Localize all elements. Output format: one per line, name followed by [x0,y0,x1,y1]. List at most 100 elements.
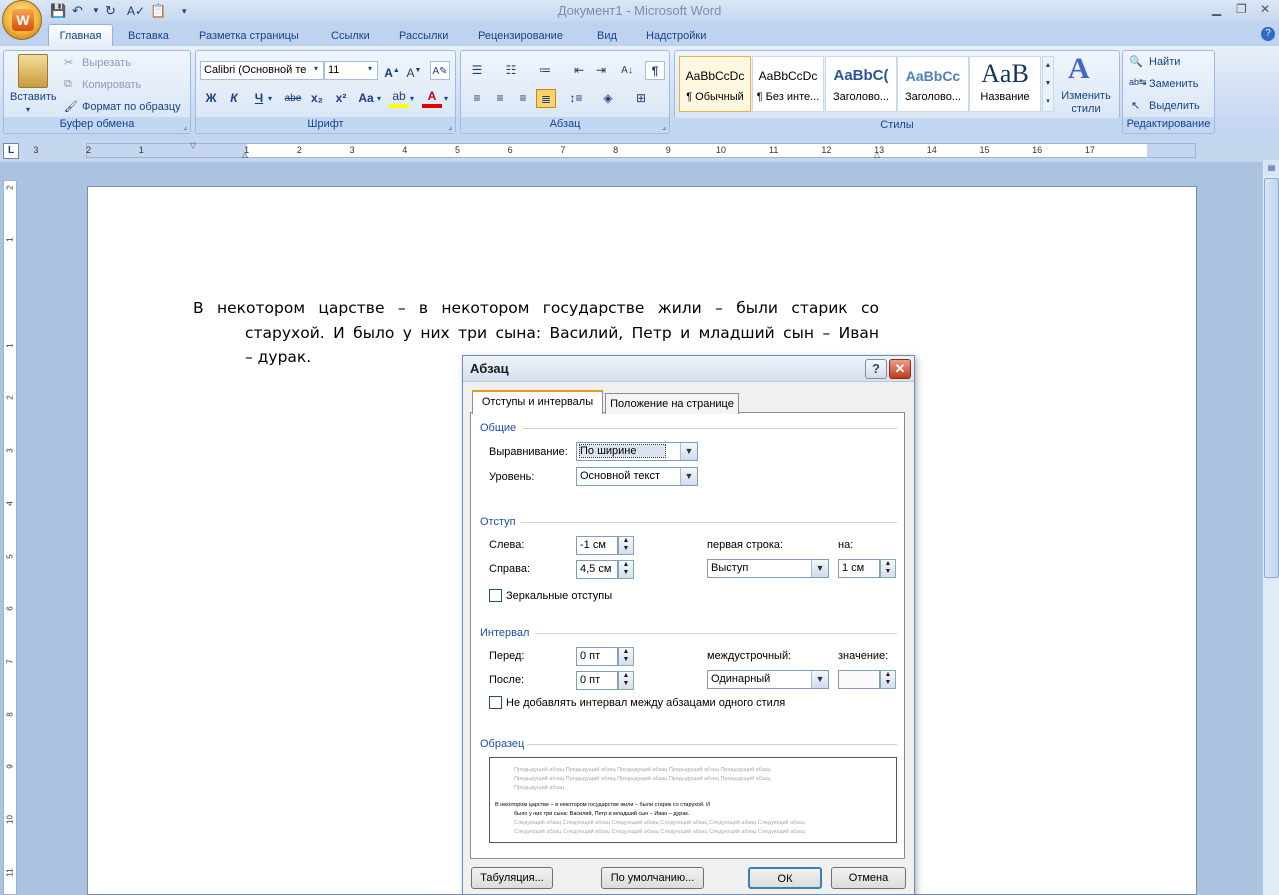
office-button[interactable]: W [2,0,42,40]
line-spacing-select[interactable]: Одинарный ▼ [707,670,829,689]
hanging-indent-marker[interactable]: △ [242,150,248,159]
paragraph-launcher-icon[interactable]: ⌟ [662,122,666,131]
shading-icon[interactable]: ◈ [598,89,618,108]
level-select[interactable]: Основной текст ▼ [576,467,698,486]
justify-icon[interactable]: ≣ [536,89,556,108]
multilevel-list-icon[interactable]: ≔ [535,61,555,80]
dialog-close-button[interactable]: ✕ [889,359,911,379]
restore-icon[interactable]: ❐ [1236,2,1247,16]
qat-customize-icon[interactable]: ▾ [182,2,187,20]
minimize-icon[interactable]: ▁ [1212,2,1221,16]
close-window-icon[interactable]: ✕ [1260,2,1270,16]
tab-selector-icon[interactable]: L [3,143,19,159]
paste-dropdown-icon[interactable]: ▾ [26,105,30,114]
find-button[interactable]: Найти [1149,56,1180,68]
styles-scroll-icon[interactable]: ▲ ▼ ▾ [1042,56,1054,112]
first-line-indent-marker[interactable]: ▽ [190,141,196,150]
vertical-scrollbar[interactable]: ▤ [1262,160,1279,895]
format-painter-button[interactable]: Формат по образцу [82,101,181,113]
ruler-toggle-icon[interactable]: ▤ [1264,160,1279,176]
tabs-button[interactable]: Табуляция... [471,867,553,889]
paste-icon[interactable] [18,54,48,88]
ok-button[interactable]: ОК [748,867,822,889]
subscript-button[interactable]: x₂ [307,89,327,108]
style-normal[interactable]: AaBbCcDc ¶ Обычный [679,56,751,112]
font-name-combo[interactable]: Calibri (Основной те [200,61,324,80]
tab-indents-spacing[interactable]: Отступы и интервалы [472,390,603,414]
copy-button[interactable]: Копировать [82,79,141,91]
shrink-font-icon[interactable]: A▼ [404,61,424,80]
indent-left-input[interactable]: -1 см [576,536,618,555]
by-spinner[interactable]: ▲ ▼ [880,559,896,578]
align-right-icon[interactable]: ≡ [513,89,533,108]
tab-view[interactable]: Вид [589,26,625,46]
tab-home[interactable]: Главная [48,24,113,47]
style-no-spacing[interactable]: AaBbCcDc ¶ Без инте... [752,56,824,112]
help-icon[interactable]: ? [1261,27,1275,41]
tab-insert[interactable]: Вставка [120,26,177,46]
default-button[interactable]: По умолчанию... [601,867,704,889]
align-center-icon[interactable]: ≡ [490,89,510,108]
tab-page-position[interactable]: Положение на странице [605,393,739,414]
font-size-dropdown-icon[interactable]: ▾ [368,64,372,73]
dialog-help-button[interactable]: ? [865,359,887,379]
show-marks-icon[interactable]: ¶ [645,61,665,80]
space-after-spinner[interactable]: ▲ ▼ [618,671,634,690]
underline-button[interactable]: Ч [249,89,269,108]
cut-button[interactable]: Вырезать [82,57,131,69]
font-name-dropdown-icon[interactable]: ▾ [314,64,318,73]
style-title[interactable]: AaB Название [969,56,1041,112]
italic-button[interactable]: К [224,89,244,108]
sort-icon[interactable]: A↓ [617,61,637,80]
underline-dropdown-icon[interactable]: ▾ [268,94,272,103]
tab-mailings[interactable]: Рассылки [391,26,456,46]
save-icon[interactable]: 💾 [50,2,66,20]
style-heading-2[interactable]: AaBbCc Заголово... [897,56,969,112]
grow-font-icon[interactable]: A▲ [382,61,402,80]
font-launcher-icon[interactable]: ⌟ [448,122,452,131]
borders-icon[interactable]: ⊞ [631,89,651,108]
space-after-input[interactable]: 0 пт [576,671,618,690]
style-heading-1[interactable]: AaBbC( Заголово... [825,56,897,112]
spacing-value-spinner[interactable]: ▲ ▼ [880,670,896,689]
clear-format-icon[interactable]: A✎ [430,61,450,80]
scrollbar-thumb[interactable] [1264,178,1279,578]
highlight-dropdown-icon[interactable]: ▾ [410,94,414,103]
tab-page-layout[interactable]: Разметка страницы [191,26,307,46]
increase-indent-icon[interactable]: ⇥ [591,61,611,80]
line-spacing-icon[interactable]: ↕≡ [566,89,586,108]
highlight-icon[interactable]: ab [389,87,409,108]
cancel-button[interactable]: Отмена [831,867,906,889]
strikethrough-button[interactable]: abe [283,89,303,108]
decrease-indent-icon[interactable]: ⇤ [569,61,589,80]
by-input[interactable]: 1 см [838,559,880,578]
spacing-value-input[interactable] [838,670,880,689]
replace-button[interactable]: Заменить [1149,78,1198,90]
undo-icon[interactable]: ↶ [72,2,83,20]
change-styles-button[interactable]: Изменить стили [1056,90,1116,116]
change-styles-icon[interactable]: A [1068,52,1090,86]
tab-addins[interactable]: Надстройки [638,26,714,46]
space-before-spinner[interactable]: ▲ ▼ [618,647,634,666]
alignment-select[interactable]: По ширине ▼ [576,442,698,461]
align-left-icon[interactable]: ≡ [467,89,487,108]
bullets-icon[interactable]: ☰ [467,61,487,80]
space-before-input[interactable]: 0 пт [576,647,618,666]
clipboard-icon[interactable]: 📋 [150,2,166,20]
superscript-button[interactable]: x² [331,89,351,108]
spelling-icon[interactable]: A✓ [127,2,145,20]
tab-review[interactable]: Рецензирование [470,26,571,46]
font-color-dropdown-icon[interactable]: ▾ [444,94,448,103]
undo-dropdown-icon[interactable]: ▼ [92,2,100,20]
tab-references[interactable]: Ссылки [323,26,378,46]
indent-left-spinner[interactable]: ▲ ▼ [618,536,634,555]
clipboard-launcher-icon[interactable]: ⌟ [183,122,187,131]
mirror-indents-checkbox[interactable] [489,589,502,602]
right-indent-marker[interactable]: △ [874,150,880,159]
numbering-icon[interactable]: ☷ [501,61,521,80]
no-add-space-checkbox[interactable] [489,696,502,709]
select-button[interactable]: Выделить [1149,100,1200,112]
paste-button[interactable]: Вставить [10,91,57,103]
first-line-select[interactable]: Выступ ▼ [707,559,829,578]
bold-button[interactable]: Ж [201,89,221,108]
